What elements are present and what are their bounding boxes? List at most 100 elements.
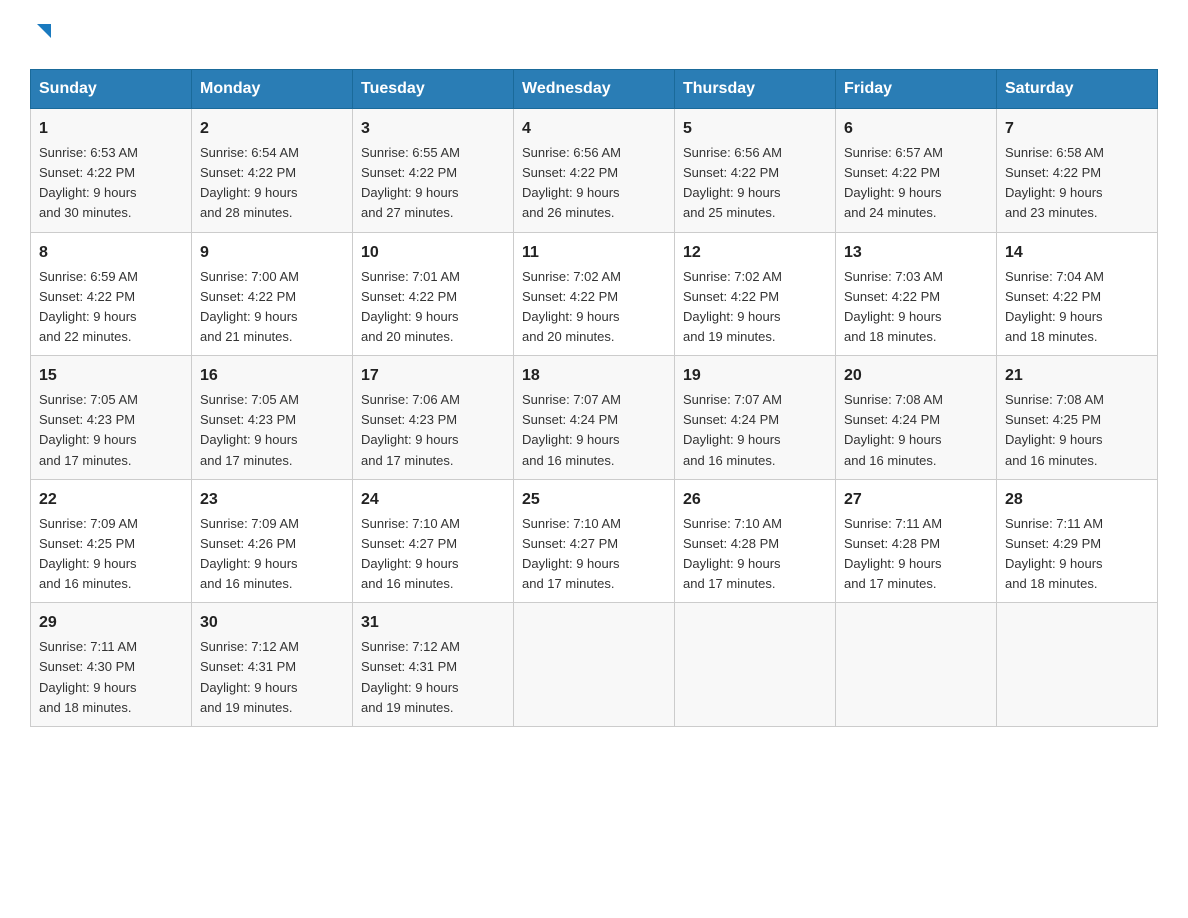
day-number: 17 — [361, 364, 505, 388]
calendar-day-cell — [836, 603, 997, 727]
calendar-day-cell: 2Sunrise: 6:54 AMSunset: 4:22 PMDaylight… — [192, 109, 353, 233]
day-number: 3 — [361, 117, 505, 141]
day-info: Sunrise: 7:03 AMSunset: 4:22 PMDaylight:… — [844, 267, 988, 348]
calendar-day-cell: 17Sunrise: 7:06 AMSunset: 4:23 PMDayligh… — [353, 356, 514, 480]
calendar-day-cell: 22Sunrise: 7:09 AMSunset: 4:25 PMDayligh… — [31, 479, 192, 603]
calendar-week-row: 29Sunrise: 7:11 AMSunset: 4:30 PMDayligh… — [31, 603, 1158, 727]
calendar-day-cell: 16Sunrise: 7:05 AMSunset: 4:23 PMDayligh… — [192, 356, 353, 480]
calendar-day-cell: 23Sunrise: 7:09 AMSunset: 4:26 PMDayligh… — [192, 479, 353, 603]
day-number: 4 — [522, 117, 666, 141]
calendar-table: SundayMondayTuesdayWednesdayThursdayFrid… — [30, 69, 1158, 727]
calendar-day-cell: 12Sunrise: 7:02 AMSunset: 4:22 PMDayligh… — [675, 232, 836, 356]
day-info: Sunrise: 7:12 AMSunset: 4:31 PMDaylight:… — [200, 637, 344, 718]
day-number: 11 — [522, 241, 666, 265]
day-info: Sunrise: 6:57 AMSunset: 4:22 PMDaylight:… — [844, 143, 988, 224]
calendar-day-cell: 11Sunrise: 7:02 AMSunset: 4:22 PMDayligh… — [514, 232, 675, 356]
calendar-day-cell — [514, 603, 675, 727]
day-info: Sunrise: 6:58 AMSunset: 4:22 PMDaylight:… — [1005, 143, 1149, 224]
day-number: 15 — [39, 364, 183, 388]
day-info: Sunrise: 6:53 AMSunset: 4:22 PMDaylight:… — [39, 143, 183, 224]
calendar-day-cell: 7Sunrise: 6:58 AMSunset: 4:22 PMDaylight… — [997, 109, 1158, 233]
day-of-week-header: Thursday — [675, 70, 836, 109]
day-number: 19 — [683, 364, 827, 388]
calendar-day-cell: 8Sunrise: 6:59 AMSunset: 4:22 PMDaylight… — [31, 232, 192, 356]
calendar-day-cell: 10Sunrise: 7:01 AMSunset: 4:22 PMDayligh… — [353, 232, 514, 356]
day-number: 7 — [1005, 117, 1149, 141]
calendar-day-cell: 21Sunrise: 7:08 AMSunset: 4:25 PMDayligh… — [997, 356, 1158, 480]
day-info: Sunrise: 7:08 AMSunset: 4:24 PMDaylight:… — [844, 390, 988, 471]
day-number: 10 — [361, 241, 505, 265]
day-number: 5 — [683, 117, 827, 141]
day-info: Sunrise: 7:01 AMSunset: 4:22 PMDaylight:… — [361, 267, 505, 348]
day-info: Sunrise: 6:56 AMSunset: 4:22 PMDaylight:… — [683, 143, 827, 224]
day-info: Sunrise: 7:04 AMSunset: 4:22 PMDaylight:… — [1005, 267, 1149, 348]
calendar-day-cell: 1Sunrise: 6:53 AMSunset: 4:22 PMDaylight… — [31, 109, 192, 233]
day-info: Sunrise: 7:05 AMSunset: 4:23 PMDaylight:… — [39, 390, 183, 471]
day-info: Sunrise: 7:09 AMSunset: 4:25 PMDaylight:… — [39, 514, 183, 595]
day-info: Sunrise: 7:10 AMSunset: 4:27 PMDaylight:… — [522, 514, 666, 595]
day-number: 12 — [683, 241, 827, 265]
day-number: 18 — [522, 364, 666, 388]
calendar-day-cell: 13Sunrise: 7:03 AMSunset: 4:22 PMDayligh… — [836, 232, 997, 356]
calendar-day-cell: 19Sunrise: 7:07 AMSunset: 4:24 PMDayligh… — [675, 356, 836, 480]
day-info: Sunrise: 6:59 AMSunset: 4:22 PMDaylight:… — [39, 267, 183, 348]
day-number: 24 — [361, 488, 505, 512]
calendar-header-row: SundayMondayTuesdayWednesdayThursdayFrid… — [31, 70, 1158, 109]
day-info: Sunrise: 7:07 AMSunset: 4:24 PMDaylight:… — [683, 390, 827, 471]
calendar-day-cell: 24Sunrise: 7:10 AMSunset: 4:27 PMDayligh… — [353, 479, 514, 603]
day-number: 6 — [844, 117, 988, 141]
day-number: 22 — [39, 488, 183, 512]
calendar-day-cell: 14Sunrise: 7:04 AMSunset: 4:22 PMDayligh… — [997, 232, 1158, 356]
day-number: 2 — [200, 117, 344, 141]
day-info: Sunrise: 7:12 AMSunset: 4:31 PMDaylight:… — [361, 637, 505, 718]
day-number: 8 — [39, 241, 183, 265]
day-info: Sunrise: 7:11 AMSunset: 4:28 PMDaylight:… — [844, 514, 988, 595]
day-info: Sunrise: 7:02 AMSunset: 4:22 PMDaylight:… — [522, 267, 666, 348]
calendar-day-cell: 28Sunrise: 7:11 AMSunset: 4:29 PMDayligh… — [997, 479, 1158, 603]
calendar-week-row: 15Sunrise: 7:05 AMSunset: 4:23 PMDayligh… — [31, 356, 1158, 480]
day-of-week-header: Tuesday — [353, 70, 514, 109]
day-number: 21 — [1005, 364, 1149, 388]
day-number: 16 — [200, 364, 344, 388]
day-number: 25 — [522, 488, 666, 512]
logo — [30, 20, 55, 53]
calendar-week-row: 1Sunrise: 6:53 AMSunset: 4:22 PMDaylight… — [31, 109, 1158, 233]
day-number: 23 — [200, 488, 344, 512]
day-info: Sunrise: 7:07 AMSunset: 4:24 PMDaylight:… — [522, 390, 666, 471]
day-number: 14 — [1005, 241, 1149, 265]
day-number: 1 — [39, 117, 183, 141]
day-number: 9 — [200, 241, 344, 265]
day-info: Sunrise: 6:54 AMSunset: 4:22 PMDaylight:… — [200, 143, 344, 224]
day-of-week-header: Sunday — [31, 70, 192, 109]
calendar-day-cell: 25Sunrise: 7:10 AMSunset: 4:27 PMDayligh… — [514, 479, 675, 603]
day-number: 29 — [39, 611, 183, 635]
day-number: 30 — [200, 611, 344, 635]
day-info: Sunrise: 7:10 AMSunset: 4:28 PMDaylight:… — [683, 514, 827, 595]
calendar-day-cell: 15Sunrise: 7:05 AMSunset: 4:23 PMDayligh… — [31, 356, 192, 480]
calendar-day-cell: 20Sunrise: 7:08 AMSunset: 4:24 PMDayligh… — [836, 356, 997, 480]
calendar-day-cell: 18Sunrise: 7:07 AMSunset: 4:24 PMDayligh… — [514, 356, 675, 480]
day-number: 31 — [361, 611, 505, 635]
calendar-week-row: 22Sunrise: 7:09 AMSunset: 4:25 PMDayligh… — [31, 479, 1158, 603]
day-info: Sunrise: 7:11 AMSunset: 4:30 PMDaylight:… — [39, 637, 183, 718]
calendar-day-cell: 4Sunrise: 6:56 AMSunset: 4:22 PMDaylight… — [514, 109, 675, 233]
calendar-day-cell — [997, 603, 1158, 727]
calendar-day-cell: 26Sunrise: 7:10 AMSunset: 4:28 PMDayligh… — [675, 479, 836, 603]
day-number: 27 — [844, 488, 988, 512]
day-number: 20 — [844, 364, 988, 388]
day-number: 28 — [1005, 488, 1149, 512]
page-header — [30, 20, 1158, 53]
day-info: Sunrise: 6:56 AMSunset: 4:22 PMDaylight:… — [522, 143, 666, 224]
day-info: Sunrise: 7:02 AMSunset: 4:22 PMDaylight:… — [683, 267, 827, 348]
logo-arrow-icon — [33, 20, 55, 47]
calendar-day-cell: 27Sunrise: 7:11 AMSunset: 4:28 PMDayligh… — [836, 479, 997, 603]
calendar-day-cell: 29Sunrise: 7:11 AMSunset: 4:30 PMDayligh… — [31, 603, 192, 727]
calendar-day-cell — [675, 603, 836, 727]
day-of-week-header: Monday — [192, 70, 353, 109]
day-of-week-header: Wednesday — [514, 70, 675, 109]
calendar-day-cell: 5Sunrise: 6:56 AMSunset: 4:22 PMDaylight… — [675, 109, 836, 233]
calendar-day-cell: 3Sunrise: 6:55 AMSunset: 4:22 PMDaylight… — [353, 109, 514, 233]
day-info: Sunrise: 7:00 AMSunset: 4:22 PMDaylight:… — [200, 267, 344, 348]
day-info: Sunrise: 7:06 AMSunset: 4:23 PMDaylight:… — [361, 390, 505, 471]
calendar-day-cell: 9Sunrise: 7:00 AMSunset: 4:22 PMDaylight… — [192, 232, 353, 356]
